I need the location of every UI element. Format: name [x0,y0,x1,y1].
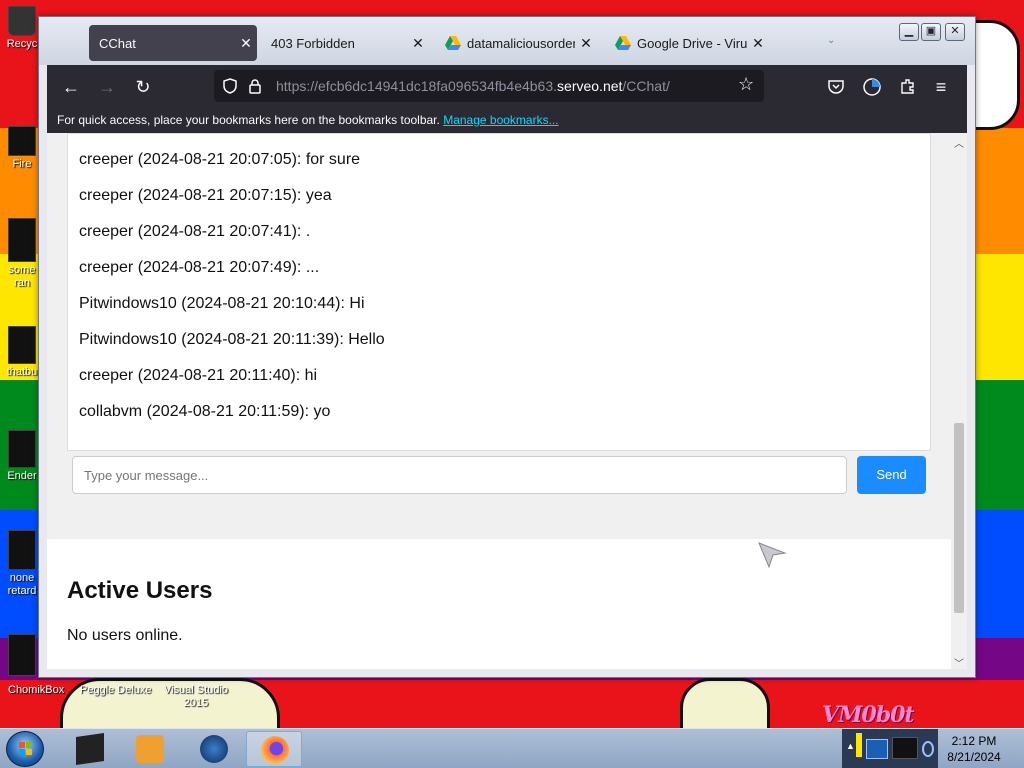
url-path: /CChat/ [622,78,670,94]
chat-message: Pitwindows10 (2024-08-21 20:10:44): Hi [79,295,365,312]
tab-title: CChat [99,35,136,51]
reload-icon[interactable]: ↻ [129,73,157,101]
active-users-heading: Active Users [67,577,213,604]
watermark-logo: VM0b0t [822,702,915,728]
desktop-icon-peggle[interactable]: Peggle Deluxe [80,684,152,697]
recycle-bin-icon [8,6,36,36]
chat-message: creeper (2024-08-21 20:07:41): . [79,223,311,240]
url-domain: serveo.net [557,78,623,94]
desktop-icon-visual-studio[interactable]: Visual Studio 2015 [160,684,232,710]
firefox-icon [261,736,289,764]
lock-icon[interactable] [248,78,262,94]
taskbar-app-globe[interactable] [186,731,242,767]
tab-403-forbidden[interactable]: 403 Forbidden ✕ [261,25,429,61]
manage-bookmarks-link[interactable]: Manage bookmarks... [443,113,558,127]
extensions-icon[interactable] [899,77,917,95]
desktop-icon-label: none retard [7,572,37,597]
desktop-icon-label: Ender [7,470,37,482]
app-icon [8,430,36,468]
close-tab-icon[interactable]: ✕ [407,35,429,52]
windows-logo-icon [19,742,32,755]
tab-cchat[interactable]: CChat ✕ [89,25,257,61]
mouse-cursor-icon [758,542,787,569]
send-button[interactable]: Send [857,456,926,494]
chat-message: Pitwindows10 (2024-08-21 20:11:39): Hell… [79,331,385,348]
tab-title: datamaliciousorder.7z [467,35,575,51]
shield-icon[interactable] [222,78,238,94]
url-prefix: https://efcb6dc14941dc18fa096534fb4e4b63… [276,78,558,94]
tab-title: 403 Forbidden [271,35,355,51]
taskbar-app-media-player[interactable] [122,731,178,767]
page-viewport: creeper (2024-08-21 20:07:05): for sure … [47,133,967,669]
chomikbox-icon [8,634,36,676]
minimize-button[interactable]: ▁ [899,23,919,41]
firefox-shortcut-icon [8,126,36,156]
bookmarks-toolbar: For quick access, place your bookmarks h… [47,109,967,133]
chat-message: creeper (2024-08-21 20:07:05): for sure [79,151,361,168]
system-tray: ▲ [842,729,938,768]
taskbar-app-terminal[interactable] [62,731,118,767]
show-hidden-icons-icon[interactable]: ▲ [846,741,855,751]
desktop-icon-label: some ran [8,264,36,289]
scroll-up-arrow-icon[interactable]: ︿ [951,135,967,150]
google-drive-icon [445,36,461,50]
maximize-button[interactable]: ▣ [921,23,941,41]
file-icon [8,530,36,570]
close-tab-icon[interactable]: ✕ [575,35,597,52]
clock-time: 2:12 PM [951,734,997,748]
tray-app-icon[interactable] [892,737,918,759]
scroll-down-arrow-icon[interactable]: ﹀ [951,655,967,669]
network-icon[interactable] [866,739,888,759]
desktop-icon-label: Fire [12,158,32,170]
desktop-icon-chomikbox[interactable]: ChomikBox [8,684,64,697]
close-tab-icon[interactable]: ✕ [747,35,769,52]
message-input[interactable] [72,456,847,494]
chat-message: creeper (2024-08-21 20:07:49): ... [79,259,320,276]
app-icon [76,733,104,765]
active-users-panel: Active Users No users online. [47,539,951,669]
media-player-icon [136,735,164,763]
clock-date: 8/21/2024 [947,750,1001,764]
url-text[interactable]: https://efcb6dc14941dc18fa096534fb4e4b63… [276,78,670,94]
file-icon [8,326,36,364]
page-scrollbar[interactable]: ︿ ﹀ [951,133,967,669]
browser-window: CChat ✕ 403 Forbidden ✕ datamaliciousord… [38,16,976,678]
forward-arrow-icon[interactable]: → [93,73,121,101]
volume-icon[interactable] [922,741,934,757]
file-icon [8,218,36,262]
globe-icon [200,735,228,763]
chat-message: collabvm (2024-08-21 20:11:59): yo [79,403,331,420]
list-all-tabs-icon[interactable]: ⌄ [827,35,835,46]
tab-title: Google Drive - Virus scan warning [637,35,747,51]
url-bar[interactable]: https://efcb6dc14941dc18fa096534fb4e4b63… [214,70,764,102]
taskbar: ▲ 2:12 PM 8/21/2024 [0,728,1024,768]
navigation-toolbar: ← → ↻ https://efcb6dc14941dc18fa096534fb… [47,65,967,109]
tray-yellow-icon[interactable] [856,733,862,757]
scrollbar-thumb[interactable] [954,423,964,613]
taskbar-clock[interactable]: 2:12 PM 8/21/2024 [938,733,1010,765]
no-users-text: No users online. [67,627,183,644]
back-arrow-icon[interactable]: ← [57,73,85,101]
bookmarks-hint: For quick access, place your bookmarks h… [57,113,440,127]
chat-message: creeper (2024-08-21 20:07:15): yea [79,187,332,204]
start-button[interactable] [6,731,44,767]
bookmark-star-icon[interactable]: ☆ [738,74,754,95]
close-tab-icon[interactable]: ✕ [235,35,257,52]
chat-messages-box[interactable]: creeper (2024-08-21 20:07:05): for sure … [67,133,931,451]
menu-hamburger-icon[interactable]: ≡ [927,73,955,101]
desktop-icon-label: Recyc [6,38,38,50]
desktop-icon-label: thatbu [6,366,38,378]
google-drive-icon [615,36,631,50]
tab-google-drive[interactable]: Google Drive - Virus scan warning ✕ [605,25,769,61]
taskbar-app-firefox[interactable] [246,731,302,767]
account-icon[interactable] [862,77,882,97]
tab-datamaliciousorder[interactable]: datamaliciousorder.7z ✕ [435,25,597,61]
chat-message: creeper (2024-08-21 20:11:40): hi [79,367,318,384]
close-window-button[interactable]: ✕ [945,23,965,41]
browser-titlebar[interactable]: CChat ✕ 403 Forbidden ✕ datamaliciousord… [39,17,975,65]
pocket-icon[interactable] [827,78,845,96]
